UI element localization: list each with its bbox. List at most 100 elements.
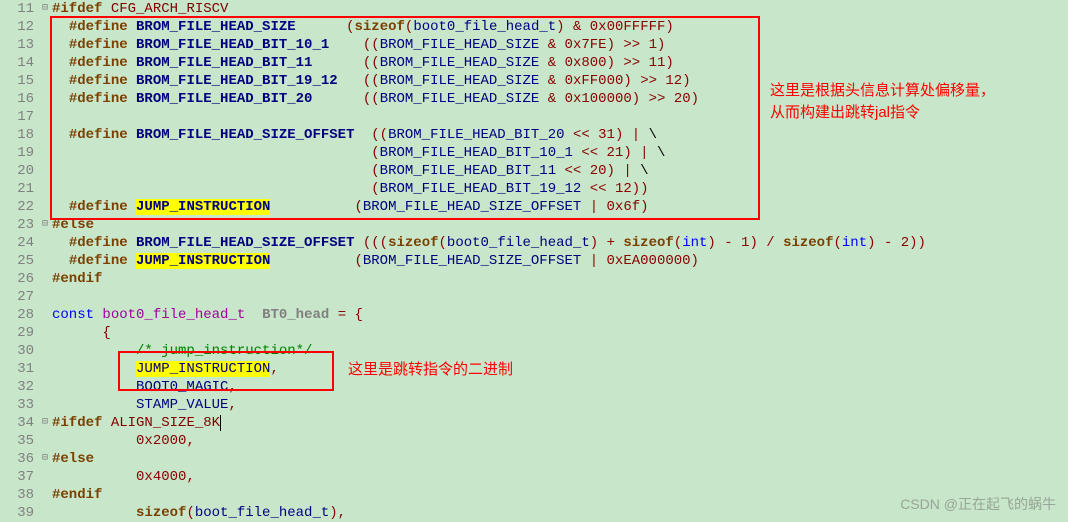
line-number: 35 [0,432,38,450]
line-number: 39 [0,504,38,522]
line-number: 29 [0,324,38,342]
fold-icon [38,54,52,72]
code-line: 21 (BROM_FILE_HEAD_BIT_19_12 << 12)) [0,180,1068,198]
line-number: 16 [0,90,38,108]
fold-icon[interactable]: ⊟ [38,216,52,234]
fold-icon [38,306,52,324]
code-line: 23⊟#else [0,216,1068,234]
line-number: 36 [0,450,38,468]
line-number: 20 [0,162,38,180]
line-number: 38 [0,486,38,504]
line-number: 18 [0,126,38,144]
line-number: 14 [0,54,38,72]
line-number: 23 [0,216,38,234]
line-number: 31 [0,360,38,378]
fold-icon [38,180,52,198]
watermark: CSDN @正在起飞的蜗牛 [900,494,1056,514]
fold-icon [38,432,52,450]
line-number: 11 [0,0,38,18]
fold-icon [38,252,52,270]
code-line: 20 (BROM_FILE_HEAD_BIT_11 << 20) | \ [0,162,1068,180]
fold-icon [38,342,52,360]
line-number: 24 [0,234,38,252]
fold-icon [38,72,52,90]
code-line: 22 #define JUMP_INSTRUCTION (BROM_FILE_H… [0,198,1068,216]
code-line: 18 #define BROM_FILE_HEAD_SIZE_OFFSET ((… [0,126,1068,144]
line-number: 15 [0,72,38,90]
code-line: 13 #define BROM_FILE_HEAD_BIT_10_1 ((BRO… [0,36,1068,54]
code-content: #ifdef ALIGN_SIZE_8K [52,414,1068,432]
fold-icon [38,324,52,342]
code-line: 27 [0,288,1068,306]
line-number: 33 [0,396,38,414]
code-line: 25 #define JUMP_INSTRUCTION (BROM_FILE_H… [0,252,1068,270]
fold-icon [38,126,52,144]
fold-icon [38,90,52,108]
code-editor: 11⊟#ifdef CFG_ARCH_RISCV12 #define BROM_… [0,0,1068,522]
code-line: 29 { [0,324,1068,342]
fold-icon [38,270,52,288]
code-content: #else [52,450,1068,468]
fold-icon [38,18,52,36]
line-number: 12 [0,18,38,36]
fold-icon [38,360,52,378]
code-line: 31 JUMP_INSTRUCTION, [0,360,1068,378]
annotation-text-2: 这里是跳转指令的二进制 [348,358,513,379]
annotation-1-line-1: 这里是根据头信息计算处偏移量， [770,80,995,102]
fold-icon[interactable]: ⊟ [38,450,52,468]
line-number: 27 [0,288,38,306]
line-number: 17 [0,108,38,126]
code-content: #define BROM_FILE_HEAD_BIT_11 ((BROM_FIL… [52,54,1068,72]
line-number: 28 [0,306,38,324]
code-content: 0x2000, [52,432,1068,450]
line-number: 30 [0,342,38,360]
code-content: #ifdef CFG_ARCH_RISCV [52,0,1068,18]
fold-icon [38,144,52,162]
line-number: 34 [0,414,38,432]
code-content: #define JUMP_INSTRUCTION (BROM_FILE_HEAD… [52,252,1068,270]
line-number: 21 [0,180,38,198]
fold-icon [38,468,52,486]
code-line: 37 0x4000, [0,468,1068,486]
line-number: 37 [0,468,38,486]
code-content: JUMP_INSTRUCTION, [52,360,1068,378]
code-line: 26#endif [0,270,1068,288]
code-content: #define BROM_FILE_HEAD_SIZE_OFFSET ((BRO… [52,126,1068,144]
code-content: #define BROM_FILE_HEAD_SIZE (sizeof(boot… [52,18,1068,36]
annotation-1-line-2: 从而构建出跳转jal指令 [770,102,995,124]
code-content: const boot0_file_head_t BT0_head = { [52,306,1068,324]
fold-icon[interactable]: ⊟ [38,414,52,432]
fold-icon [38,198,52,216]
code-line: 32 BOOT0_MAGIC, [0,378,1068,396]
fold-icon [38,396,52,414]
code-content: #define JUMP_INSTRUCTION (BROM_FILE_HEAD… [52,198,1068,216]
fold-icon [38,504,52,522]
code-content: (BROM_FILE_HEAD_BIT_19_12 << 12)) [52,180,1068,198]
code-content: #define BROM_FILE_HEAD_SIZE_OFFSET (((si… [52,234,1068,252]
code-content: (BROM_FILE_HEAD_BIT_10_1 << 21) | \ [52,144,1068,162]
fold-icon [38,378,52,396]
code-line: 35 0x2000, [0,432,1068,450]
code-line: 24 #define BROM_FILE_HEAD_SIZE_OFFSET ((… [0,234,1068,252]
code-content: #else [52,216,1068,234]
code-content: { [52,324,1068,342]
fold-icon [38,108,52,126]
code-line: 28 const boot0_file_head_t BT0_head = { [0,306,1068,324]
fold-icon [38,162,52,180]
code-content: (BROM_FILE_HEAD_BIT_11 << 20) | \ [52,162,1068,180]
fold-icon [38,234,52,252]
code-content: #define BROM_FILE_HEAD_BIT_10_1 ((BROM_F… [52,36,1068,54]
line-number: 25 [0,252,38,270]
annotation-text-1: 这里是根据头信息计算处偏移量， 从而构建出跳转jal指令 [770,80,995,124]
fold-icon[interactable]: ⊟ [38,0,52,18]
code-line: 30 /* jump_instruction*/ [0,342,1068,360]
line-number: 19 [0,144,38,162]
fold-icon [38,486,52,504]
code-content: STAMP_VALUE, [52,396,1068,414]
fold-icon [38,36,52,54]
line-number: 22 [0,198,38,216]
code-line: 33 STAMP_VALUE, [0,396,1068,414]
code-content [52,288,1068,306]
code-line: 36⊟#else [0,450,1068,468]
code-content: #endif [52,270,1068,288]
